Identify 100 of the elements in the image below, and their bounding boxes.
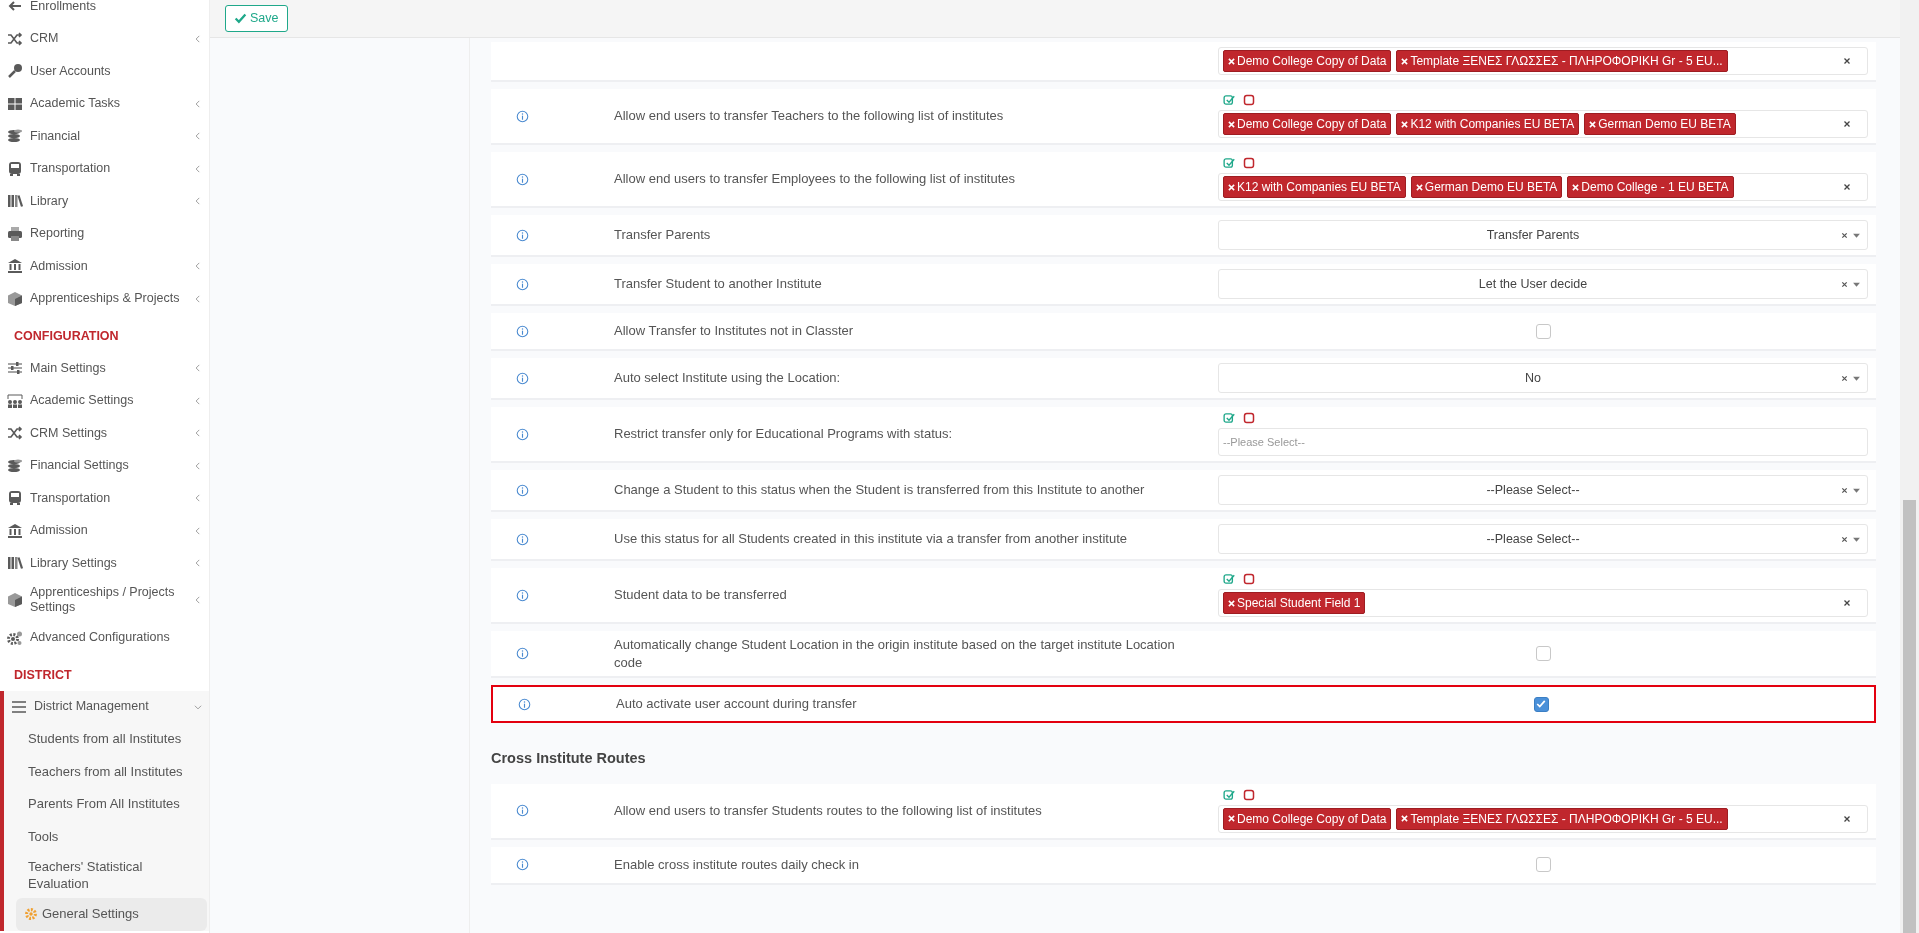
empty-box-icon[interactable] <box>1243 573 1255 585</box>
tag-chip[interactable]: Special Student Field 1 <box>1223 592 1366 614</box>
info-icon[interactable] <box>516 588 529 602</box>
sidebar-item[interactable]: Enrollments <box>0 0 209 23</box>
checked-box-icon[interactable] <box>1223 412 1235 424</box>
checkbox[interactable] <box>1533 696 1549 712</box>
checked-box-icon[interactable] <box>1223 157 1235 169</box>
tag-chip[interactable]: Template ΞΕΝΕΣ ΓΛΩΣΣΕΣ - ΠΛΗΡΟΦΟΡΙΚΗ Gr - 5 EU... <box>1396 807 1728 830</box>
clear-icon[interactable] <box>1843 57 1851 65</box>
sidebar-item[interactable]: Admission <box>0 514 209 547</box>
info-icon[interactable] <box>516 324 529 338</box>
submenu-item[interactable]: General Settings <box>16 898 207 931</box>
sidebar-item[interactable]: Apprenticeships / Projects Settings <box>0 579 209 622</box>
sidebar-item[interactable]: Transportation <box>0 481 209 515</box>
submenu-item[interactable]: Tools <box>4 820 209 853</box>
tag-chip[interactable]: Demo College - 1 EU BETA <box>1567 176 1734 198</box>
tag-chip[interactable]: German Demo EU BETA <box>1584 113 1736 135</box>
sidebar-item[interactable]: Financial Settings <box>0 449 209 482</box>
scrollbar-thumb[interactable] <box>1903 500 1916 933</box>
chevron-left-icon <box>193 293 203 304</box>
clear-icon[interactable] <box>1841 374 1848 382</box>
submenu-item[interactable]: Parents From All Institutes <box>4 788 209 821</box>
sidebar-item[interactable]: User Accounts <box>0 55 209 88</box>
select-field[interactable]: No <box>1218 363 1868 393</box>
select-field[interactable]: Let the User decide <box>1218 269 1868 299</box>
info-icon[interactable] <box>516 371 529 385</box>
empty-box-icon[interactable] <box>1243 788 1255 801</box>
clear-icon[interactable] <box>1843 599 1851 607</box>
info-icon[interactable] <box>516 804 529 818</box>
sidebar-item[interactable]: Admission <box>0 250 209 283</box>
info-icon[interactable] <box>516 647 529 661</box>
sidebar-item[interactable]: Library <box>0 185 209 218</box>
chevron-left-icon <box>193 261 203 272</box>
select-field[interactable]: --Please Select-- <box>1218 524 1868 554</box>
remove-icon <box>1228 599 1235 607</box>
tag-chip[interactable]: K12 with Companies EU BETA <box>1223 176 1406 198</box>
info-icon[interactable] <box>516 427 529 441</box>
submenu-item[interactable]: Teachers' Statistical Evaluation <box>4 853 209 898</box>
setting-label: Allow Transfer to Institutes not in Classter <box>614 322 855 340</box>
books-icon <box>7 555 23 571</box>
tag-field[interactable]: Demo College Copy of Data Template ΞΕΝΕΣ ΓΛΩΣΣΕΣ - ΠΛΗΡΟΦΟΡΙΚΗ Gr - 5 EU... <box>1218 804 1868 833</box>
coins-icon <box>7 457 23 474</box>
submenu-item[interactable]: Teachers from all Institutes <box>4 755 209 788</box>
clear-icon[interactable] <box>1841 535 1848 543</box>
sidebar-item[interactable]: CRM <box>0 22 209 55</box>
tag-field[interactable]: K12 with Companies EU BETA German Demo EU BETA Demo College - 1 EU BETA <box>1218 173 1868 201</box>
tag-chip[interactable]: Demo College Copy of Data <box>1223 113 1392 135</box>
printer-icon <box>7 225 23 242</box>
tag-chip[interactable]: Demo College Copy of Data <box>1223 50 1392 72</box>
setting-label: Allow end users to transfer Students routes to the following list of institutes <box>614 802 1043 820</box>
chevron-left-icon <box>193 131 203 142</box>
menu-icon <box>11 698 27 715</box>
clear-icon[interactable] <box>1843 120 1851 128</box>
info-icon[interactable] <box>516 532 529 546</box>
checkbox[interactable] <box>1535 646 1551 662</box>
submenu-item[interactable]: Students from all Institutes <box>4 723 209 756</box>
empty-box-icon[interactable] <box>1243 94 1255 106</box>
clear-icon[interactable] <box>1841 486 1848 494</box>
tag-chip[interactable]: German Demo EU BETA <box>1410 176 1563 198</box>
sidebar-item[interactable]: Advanced Configurations <box>0 621 209 654</box>
clear-icon[interactable] <box>1841 231 1848 239</box>
tag-chip[interactable]: Demo College Copy of Data <box>1223 807 1392 830</box>
setting-label: Allow end users to transfer Employees to the following list of institutes <box>614 170 1017 188</box>
sidebar-item[interactable]: Financial <box>0 120 209 153</box>
sidebar-item[interactable]: Apprenticeships & Projects <box>0 282 209 315</box>
sidebar-item[interactable]: District Management <box>4 690 209 723</box>
tag-chip[interactable]: Template ΞΕΝΕΣ ΓΛΩΣΣΕΣ - ΠΛΗΡΟΦΟΡΙΚΗ Gr - 5 EU... <box>1396 50 1728 72</box>
tag-chip[interactable]: K12 with Companies EU BETA <box>1396 113 1580 135</box>
checkbox[interactable] <box>1535 857 1551 873</box>
scrollbar[interactable] <box>1900 0 1919 933</box>
tag-field[interactable]: Demo College Copy of Data Template ΞΕΝΕΣ ΓΛΩΣΣΕΣ - ΠΛΗΡΟΦΟΡΙΚΗ Gr - 5 EU... <box>1218 47 1868 75</box>
checked-box-icon[interactable] <box>1223 94 1235 106</box>
sidebar-item[interactable]: Reporting <box>0 217 209 250</box>
empty-box-icon[interactable] <box>1243 157 1255 169</box>
info-icon[interactable] <box>516 172 529 186</box>
sidebar-item[interactable]: Academic Tasks <box>0 87 209 120</box>
clear-icon[interactable] <box>1843 183 1851 191</box>
empty-box-icon[interactable] <box>1243 412 1255 424</box>
clear-icon[interactable] <box>1841 280 1848 288</box>
checked-box-icon[interactable] <box>1223 573 1235 585</box>
info-icon[interactable] <box>516 228 529 242</box>
sidebar-item[interactable]: Main Settings <box>0 351 209 385</box>
sidebar-item[interactable]: Library Settings <box>0 546 209 580</box>
select-field[interactable]: --Please Select-- <box>1218 475 1868 505</box>
sidebar-item[interactable]: Academic Settings <box>0 384 209 417</box>
checked-box-icon[interactable] <box>1223 788 1235 801</box>
tag-field[interactable]: Special Student Field 1 <box>1218 589 1868 617</box>
sidebar-item[interactable]: CRM Settings <box>0 416 209 450</box>
coins-icon <box>7 128 23 145</box>
checkbox[interactable] <box>1535 323 1551 339</box>
info-icon[interactable] <box>516 858 529 872</box>
info-icon[interactable] <box>516 277 529 291</box>
select-field[interactable]: Transfer Parents <box>1218 220 1868 250</box>
info-icon[interactable] <box>516 109 529 123</box>
tag-field[interactable]: Demo College Copy of Data K12 with Companies EU BETA German Demo EU BETA <box>1218 110 1868 138</box>
sidebar-item[interactable]: Transportation <box>0 152 209 185</box>
info-icon[interactable] <box>516 483 529 497</box>
remove-icon <box>1401 815 1409 823</box>
clear-icon[interactable] <box>1843 814 1851 823</box>
info-icon[interactable] <box>518 697 531 711</box>
